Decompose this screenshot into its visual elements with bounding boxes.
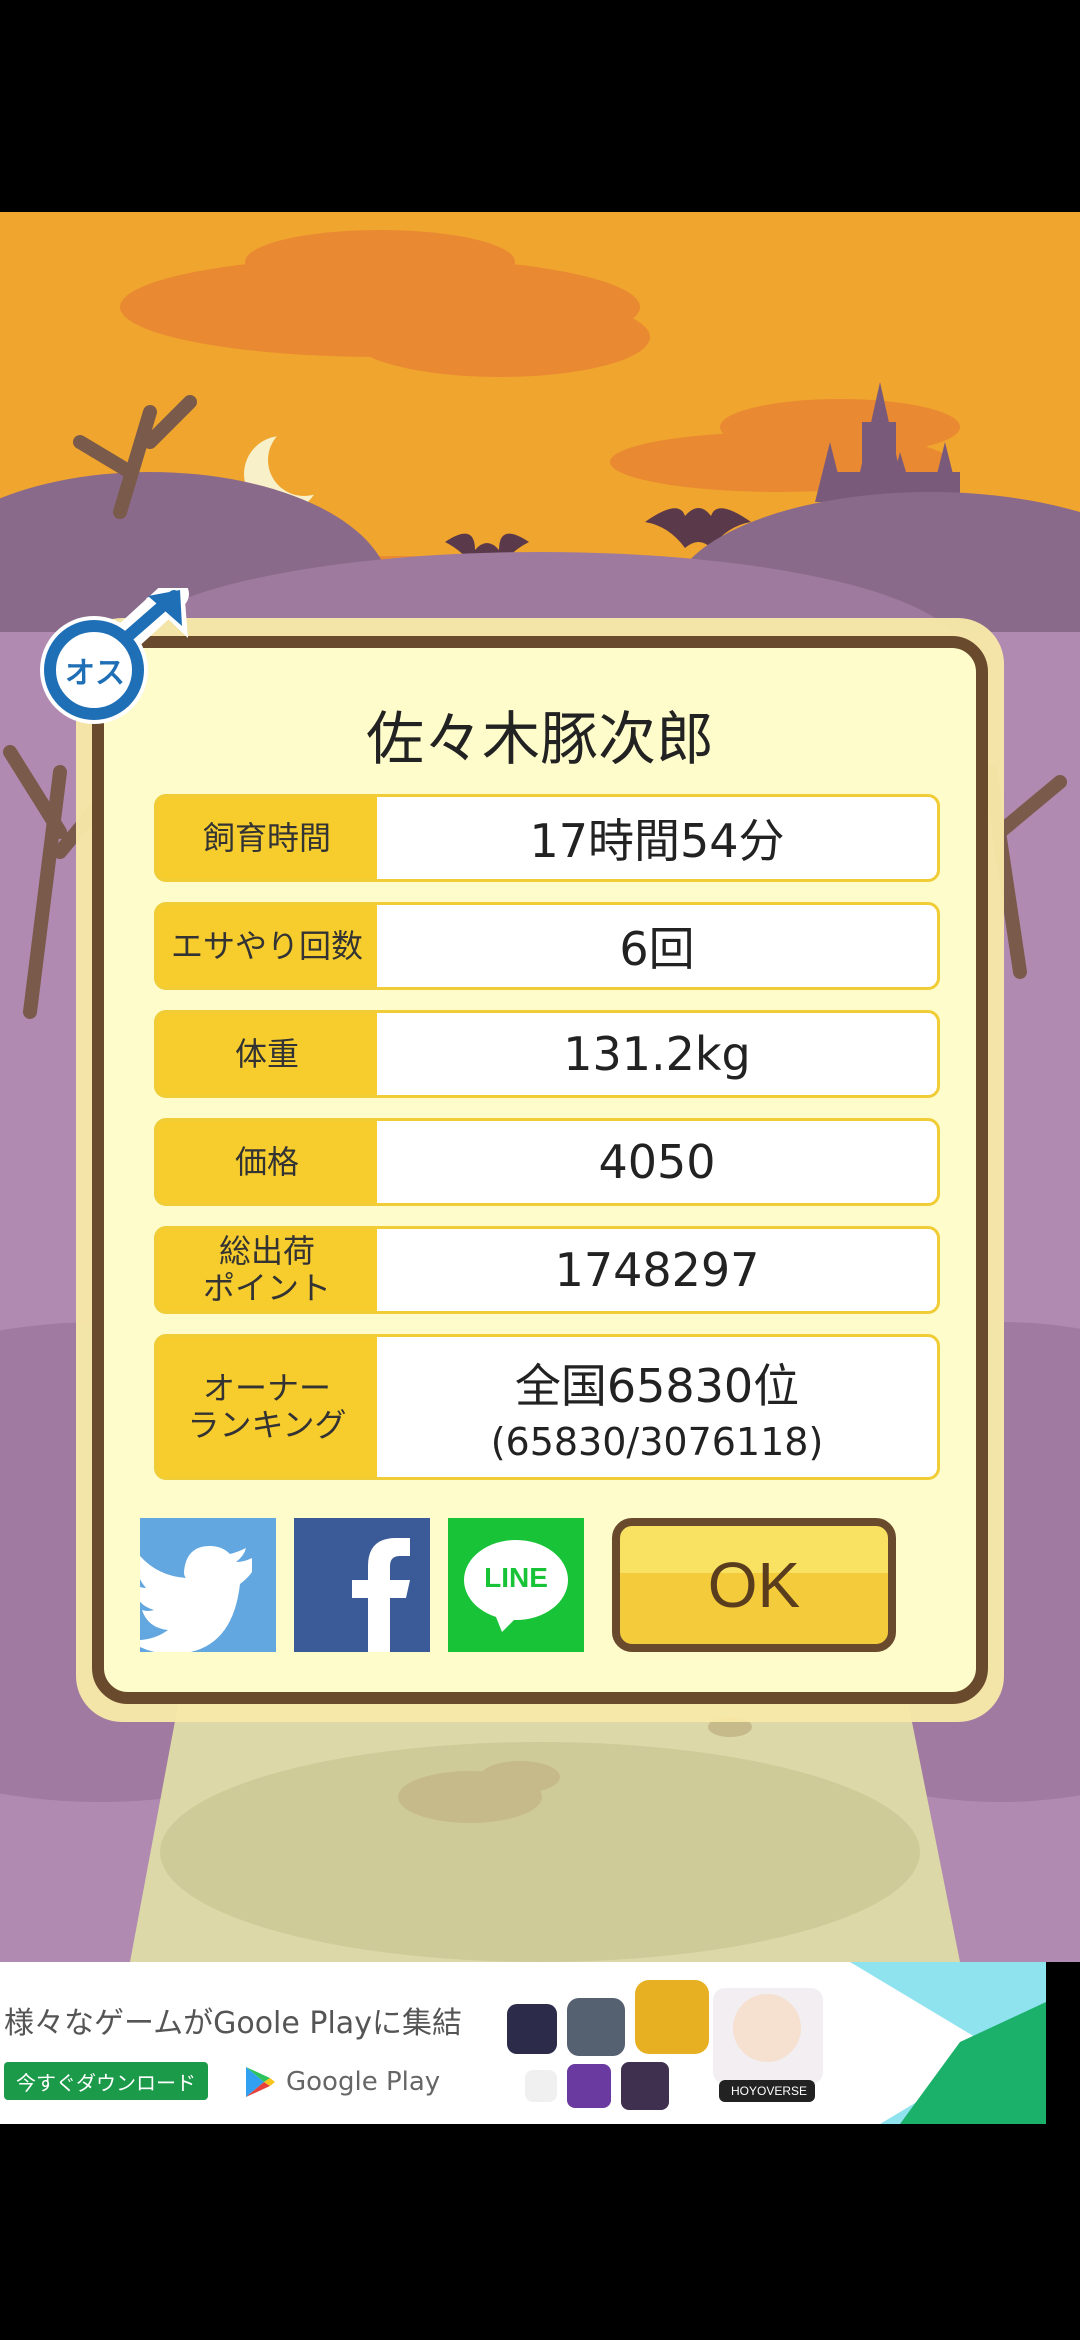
stat-value: 6回 [377,905,937,987]
stat-row-owner-ranking: オーナー ランキング 全国65830位 (65830/3076118) [154,1334,940,1480]
line-share-button[interactable]: LINE [448,1518,584,1652]
twitter-bird-icon [128,1546,252,1654]
twitter-share-button[interactable] [128,1518,276,1654]
stat-value: 131.2kg [377,1013,937,1095]
status-bar-area [0,0,1080,212]
navigation-bar-area [0,2124,1080,2340]
stat-label: 価格 [157,1121,377,1203]
ad-banner[interactable]: 様々なゲームがGoole Playに集結 今すぐダウンロード Google Pl… [0,1962,1046,2124]
stat-label: 飼育時間 [157,797,377,879]
stat-row-price: 価格 4050 [154,1118,940,1206]
stat-value: 全国65830位 (65830/3076118) [377,1337,937,1477]
facebook-share-button[interactable] [294,1518,430,1652]
play-store-icon [246,2067,275,2097]
stat-row-shipping-points: 総出荷 ポイント 1748297 [154,1226,940,1314]
stat-value: 1748297 [377,1229,937,1311]
hoyoverse-label: HOYOVERSE [730,2084,808,2098]
ad-edge [1046,1962,1080,2124]
stat-value: 4050 [377,1121,937,1203]
gender-label: オス [65,656,125,691]
google-play-logo: Google Play [244,2062,440,2102]
line-logo-text: LINE [484,1562,548,1593]
ad-title: 様々なゲームがGoole Playに集結 [4,2006,462,2041]
stat-label: 総出荷 ポイント [157,1229,377,1311]
google-play-text: Google Play [286,2067,441,2097]
ranking-detail: (65830/3076118) [490,1420,824,1464]
stat-row-raising-time: 飼育時間 17時間54分 [154,794,940,882]
facebook-f-icon [352,1538,410,1652]
stat-value: 17時間54分 [377,797,937,879]
pig-name: 佐々木豚次郎 [365,705,714,773]
stat-row-weight: 体重 131.2kg [154,1010,940,1098]
stat-row-feed-count: エサやり回数 6回 [154,902,940,990]
male-gender-badge: オス [36,579,196,728]
ok-button[interactable]: OK [612,1518,896,1652]
stat-label: オーナー ランキング [157,1337,377,1477]
stat-label: 体重 [157,1013,377,1095]
pig-status-dialog: 佐々木豚次郎 飼育時間 17時間54分 エサやり回数 6回 体重 131.2kg… [92,636,988,1704]
stat-label: エサやり回数 [157,905,377,987]
ad-download-button[interactable]: 今すぐダウンロード [4,2062,208,2100]
